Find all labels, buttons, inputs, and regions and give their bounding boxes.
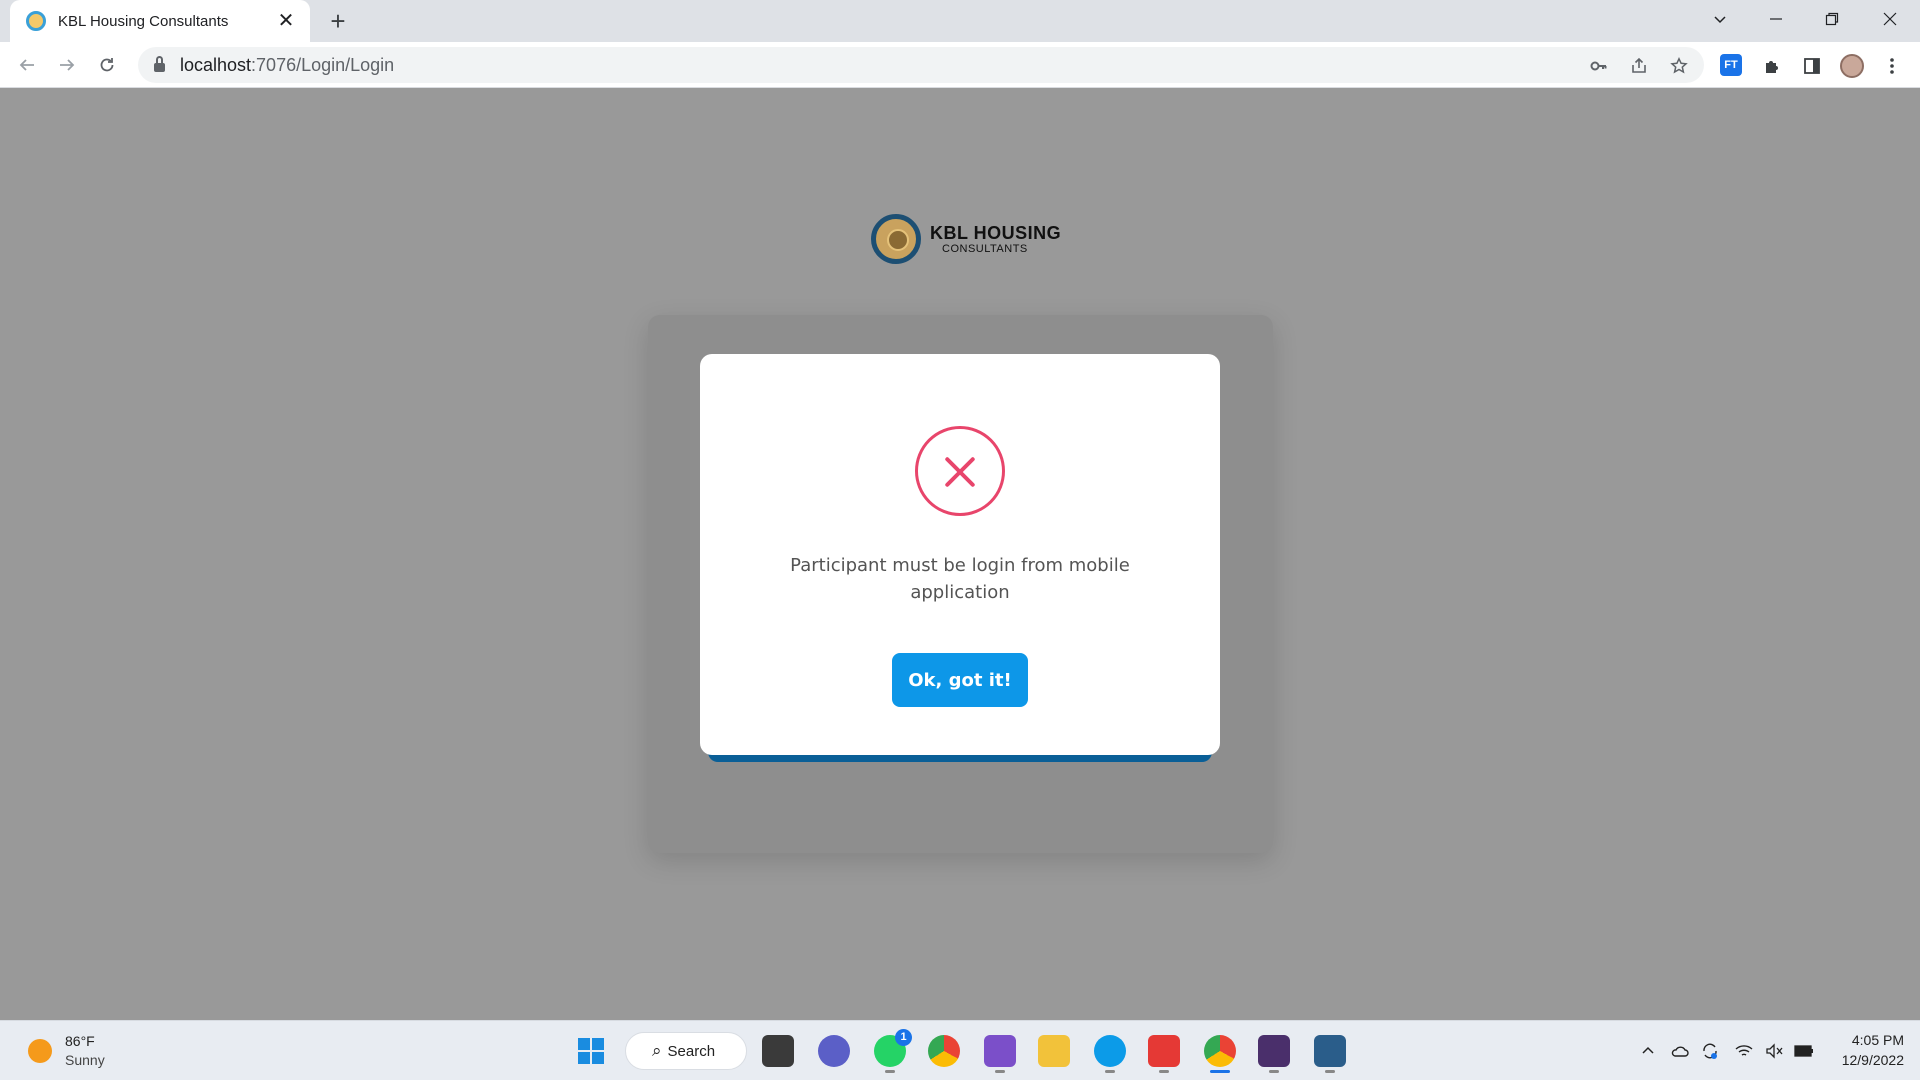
minimize-icon[interactable] [1748,0,1804,38]
logo-subtitle: CONSULTANTS [942,242,1028,255]
error-x-circle-icon [915,426,1005,516]
running-indicator [1269,1070,1279,1073]
running-indicator [1105,1070,1115,1073]
extension-ft-icon[interactable]: FT [1720,54,1742,76]
search-label: Search [667,1042,716,1060]
tab-search-chevron-icon[interactable] [1692,0,1748,38]
site-favicon-icon [26,11,46,31]
weather-condition[interactable]: Sunny [65,1052,105,1068]
speaker-muted-icon[interactable] [1764,1041,1784,1061]
lock-icon [154,56,165,72]
running-indicator [885,1070,895,1073]
close-window-icon[interactable] [1862,0,1918,38]
clock-date[interactable]: 12/9/2022 [1832,1052,1904,1068]
whatsapp-badge: 1 [895,1029,912,1046]
teams-chat-icon[interactable] [818,1035,850,1067]
address-bar[interactable]: localhost:7076/Login/Login [138,47,1704,83]
error-dialog: Participant must be login from mobile ap… [700,354,1220,755]
start-windows-icon[interactable] [575,1035,607,1067]
back-icon[interactable] [11,49,43,81]
reload-icon[interactable] [91,49,123,81]
logo-house-icon [871,214,921,264]
profile-avatar[interactable] [1840,54,1864,78]
close-tab-icon[interactable]: ✕ [276,11,296,31]
search-icon: ⌕ [652,1041,662,1060]
task-view-icon[interactable] [762,1035,794,1067]
tray-chevron-up-icon[interactable] [1638,1041,1658,1061]
ok-got-it-button[interactable]: Ok, got it! [892,653,1028,707]
windows-taskbar: 86°F Sunny ⌕ Search 1 4:05 PM 12/9/2022 [0,1020,1920,1080]
visual-studio-icon[interactable] [984,1035,1016,1073]
active-indicator [1210,1070,1230,1073]
running-indicator [1159,1070,1169,1073]
side-panel-icon[interactable] [1800,54,1824,78]
logo-text: KBL HOUSING CONSULTANTS [930,224,1061,255]
wifi-icon[interactable] [1734,1041,1754,1061]
taskbar-search[interactable]: ⌕ Search [625,1032,747,1070]
browser-tab[interactable]: KBL Housing Consultants ✕ [10,0,310,42]
extensions-puzzle-icon[interactable] [1760,54,1784,78]
page-overlay: KBL HOUSING CONSULTANTS Participant must… [0,89,1920,1020]
chrome-icon[interactable] [928,1035,960,1067]
running-indicator [995,1070,1005,1073]
bookmark-star-icon[interactable] [1668,55,1690,77]
forward-icon[interactable] [51,49,83,81]
whatsapp-icon[interactable]: 1 [874,1029,912,1073]
running-indicator [1325,1070,1335,1073]
clock-time[interactable]: 4:05 PM [1842,1032,1904,1048]
site-logo: KBL HOUSING CONSULTANTS [871,214,1061,264]
key-icon[interactable] [1588,55,1610,77]
terminal-icon[interactable] [1258,1035,1290,1073]
anydesk-icon[interactable] [1148,1035,1180,1073]
skype-icon[interactable] [1094,1035,1126,1073]
url-host: localhost [180,54,252,75]
url-text: localhost:7076/Login/Login [180,55,394,76]
browser-toolbar: localhost:7076/Login/Login FT [0,42,1920,88]
more-menu-icon[interactable] [1880,54,1904,78]
sync-icon[interactable] [1700,1041,1720,1061]
url-path: :7076/Login/Login [251,54,395,75]
battery-icon[interactable] [1794,1041,1814,1061]
onedrive-cloud-icon[interactable] [1670,1041,1690,1061]
error-message: Participant must be login from mobile ap… [790,555,1130,603]
restore-icon[interactable] [1804,0,1860,38]
weather-sun-icon[interactable] [28,1039,52,1063]
tab-title: KBL Housing Consultants [58,12,229,30]
weather-temperature[interactable]: 86°F [65,1033,95,1049]
chrome-active-icon[interactable] [1204,1035,1236,1073]
share-icon[interactable] [1628,55,1650,77]
tab-strip: KBL Housing Consultants ✕ + [0,0,1920,42]
new-tab-button[interactable]: + [324,8,352,36]
logo-title: KBL HOUSING [930,222,1062,243]
file-explorer-icon[interactable] [1038,1035,1070,1067]
sql-server-icon[interactable] [1314,1035,1346,1073]
